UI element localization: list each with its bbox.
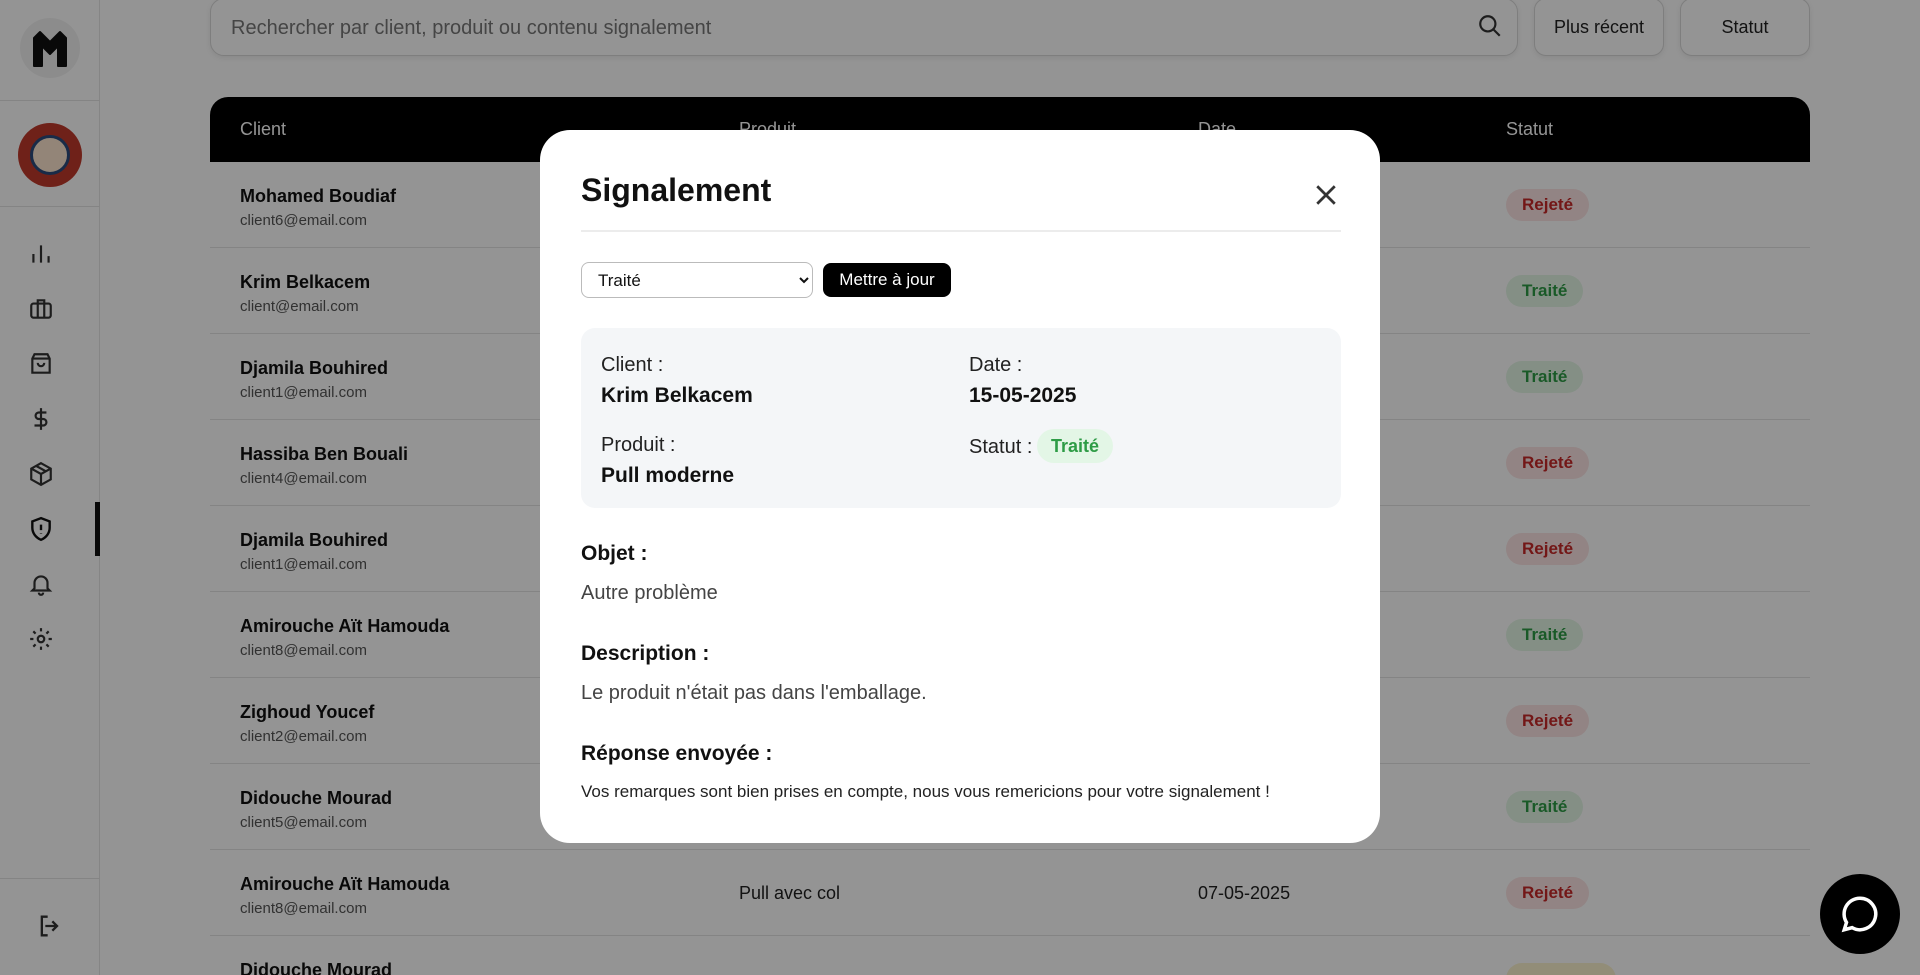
object-label: Objet : [581,542,648,565]
chat-button[interactable] [1820,874,1900,954]
response-label: Réponse envoyée : [581,742,773,765]
description-value: Le produit n'était pas dans l'emballage. [581,682,927,704]
status-badge: Traité [1037,429,1114,463]
close-icon[interactable] [1311,180,1341,210]
product-value: Pull moderne [601,464,735,487]
status-label: Statut : [969,436,1033,458]
chat-icon [1841,896,1878,933]
object-value: Autre problème [581,582,718,604]
client-value: Krim Belkacem [601,384,753,407]
description-label: Description : [581,642,710,665]
product-label: Produit : [601,434,676,456]
report-info-card: Client : Krim Belkacem Date : 15-05-2025… [581,328,1341,508]
client-label: Client : [601,354,664,376]
date-value: 15-05-2025 [969,384,1077,407]
status-select[interactable]: Traité [581,262,813,298]
response-value: Vos remarques sont bien prises en compte… [581,782,1270,801]
date-label: Date : [969,354,1023,376]
report-modal: Signalement Traité Mettre à jour Client … [540,130,1380,843]
modal-title: Signalement [581,172,772,208]
update-button[interactable]: Mettre à jour [823,263,951,297]
modal-divider [581,230,1341,232]
